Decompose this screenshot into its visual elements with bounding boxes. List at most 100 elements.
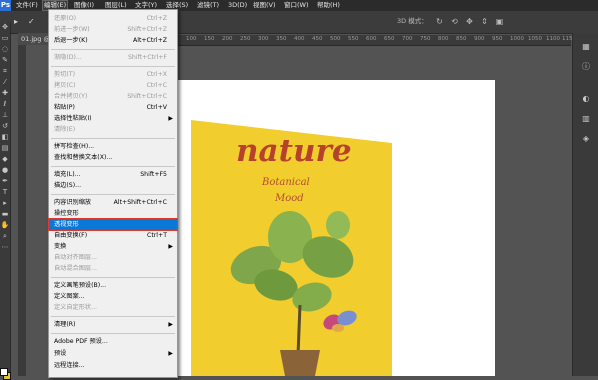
type-tool-icon[interactable]: T [0,187,10,198]
menu-item-label: 内容识别缩放 [54,199,92,206]
menu-item-label: 定义自定形状... [54,304,98,311]
menu-item-find-replace[interactable]: 查找和替换文本(X)... [49,152,177,163]
menu-item-copy[interactable]: 拷贝(C) Ctrl+C [49,80,177,91]
hand-tool-icon[interactable]: ✋ [0,220,10,231]
poster-subtitle-line1: Botanical [262,177,310,188]
menu-item-label: 变换 [54,243,67,250]
menu-item-label: 定义图案... [54,293,85,300]
menu-item-puppet-warp[interactable]: 操控变形 [49,208,177,219]
move-tool-preset-icon[interactable]: ▸ [14,15,18,28]
menu-item-perspective-warp[interactable]: 透视变形 [48,218,178,231]
eyedropper-tool-icon[interactable]: ⁄ [0,77,10,88]
menu-item-shortcut: Shift+Ctrl+F [127,54,167,61]
menu-item-shortcut: Shift+Ctrl+Z [127,26,167,33]
eraser-tool-icon[interactable]: ◧ [0,132,10,143]
menu-item-fill[interactable]: 填充(L)... Shift+F5 [49,169,177,180]
blur-tool-icon[interactable]: ◆ [0,154,10,165]
menu-item-auto-blend-layers[interactable]: 自动混合图层... [49,263,177,274]
zoom-tool-icon[interactable]: ⌕ [0,231,10,242]
gradient-tool-icon[interactable]: ▤ [0,143,10,154]
menu-item-shortcut: Ctrl+V [146,104,167,111]
menu-separator [51,49,175,50]
menu-view[interactable]: 视图(V) [252,1,277,10]
menu-item-clear[interactable]: 清除(E) [49,124,177,135]
swatches-panel-icon[interactable]: ▥ [579,113,593,125]
menu-item-copy-merged[interactable]: 合并拷贝(Y) Shift+Ctrl+C [49,91,177,102]
lasso-tool-icon[interactable]: ◌ [0,44,10,55]
menu-item-stroke[interactable]: 描边(S)... [49,180,177,191]
properties-panel-icon[interactable]: ⓘ [579,61,593,73]
menu-separator [51,316,175,317]
ruler-tick: 950 [492,36,503,42]
ruler-tick: 150 [204,36,215,42]
edit-menu-dropdown: 还原(O) Ctrl+Z 前进一步(W) Shift+Ctrl+Z 后退一步(K) A… [48,9,178,378]
pen-tool-icon[interactable]: ✒ [0,176,10,187]
shape-tool-icon[interactable]: ▬ [0,209,10,220]
menu-item-shortcut: Shift+Ctrl+C [127,93,167,100]
menu-3d[interactable]: 3D(D) [227,1,248,10]
menu-item-label: 合并拷贝(Y) [54,93,88,100]
menu-item-presets[interactable]: 预设 ▶ [49,348,177,359]
3d-slide-icon[interactable]: ⇕ [479,16,490,27]
3d-roll-icon[interactable]: ⟲ [449,16,460,27]
edit-toolbar-icon[interactable]: ⋯ [0,242,10,253]
menu-item-transform[interactable]: 变换 ▶ [49,241,177,252]
clone-stamp-tool-icon[interactable]: ⊥ [0,110,10,121]
3d-drag-icon[interactable]: ✥ [464,16,475,27]
menu-item-label: 清理(R) [54,321,76,328]
marquee-tool-icon[interactable]: ▭ [0,33,10,44]
menu-item-fade[interactable]: 渐隐(D)... Shift+Ctrl+F [49,52,177,63]
3d-scale-icon[interactable]: ▣ [494,16,505,27]
menu-window[interactable]: 窗口(W) [283,1,310,10]
menu-item-spell-check[interactable]: 拼写检查(H)... [49,141,177,152]
ruler-tick: 800 [438,36,449,42]
menu-item-cut[interactable]: 剪切(T) Ctrl+X [49,69,177,80]
submenu-arrow-icon: ▶ [168,243,173,250]
menu-item-label: 自由变换(F) [54,232,88,239]
menu-separator [51,333,175,334]
menu-item-label: 清除(E) [54,126,76,133]
menu-item-define-brush-preset[interactable]: 定义画笔预设(B)... [49,280,177,291]
history-brush-tool-icon[interactable]: ↺ [0,121,10,132]
menu-item-auto-align-layers[interactable]: 自动对齐图层... [49,252,177,263]
ruler-tick: 1000 [510,36,524,42]
menu-help[interactable]: 帮助(H) [316,1,341,10]
styles-panel-icon[interactable]: ◈ [579,133,593,145]
check-icon[interactable]: ✓ [28,15,35,28]
menu-item-label: 拷贝(C) [54,82,76,89]
vertical-ruler [18,45,26,376]
menu-filter[interactable]: 滤镜(T) [196,1,220,10]
menu-item-free-transform[interactable]: 自由变换(F) Ctrl+T [49,230,177,241]
menu-item-shortcut: Ctrl+X [146,71,167,78]
brush-tool-icon[interactable]: ℓ [0,99,10,110]
menu-item-adobe-pdf-presets[interactable]: Adobe PDF 预设... [49,336,177,347]
menu-item-purge[interactable]: 清理(R) ▶ [49,319,177,330]
dodge-tool-icon[interactable]: ● [0,165,10,176]
menu-separator [51,66,175,67]
quick-select-tool-icon[interactable]: ✎ [0,55,10,66]
menu-item-step-backward[interactable]: 后退一步(K) Alt+Ctrl+Z [49,35,177,46]
menu-item-shortcut: Shift+F5 [140,171,167,178]
menu-item-content-aware-scale[interactable]: 内容识别缩放 Alt+Shift+Ctrl+C [49,197,177,208]
menu-item-paste-special[interactable]: 选择性粘贴(I) ▶ [49,113,177,124]
3d-rotate-icon[interactable]: ↻ [434,16,445,27]
color-panel-icon[interactable]: ◐ [579,93,593,105]
menu-item-label: 查找和替换文本(X)... [54,154,113,161]
menu-item-label: 自动对齐图层... [54,254,98,261]
menu-item-undo[interactable]: 还原(O) Ctrl+Z [49,13,177,24]
move-tool-icon[interactable]: ✥ [0,22,10,33]
menu-item-paste[interactable]: 粘贴(P) Ctrl+V [49,102,177,113]
menu-item-define-pattern[interactable]: 定义图案... [49,291,177,302]
menu-item-remote-connections[interactable]: 远程连接... [49,360,177,371]
menu-item-step-forward[interactable]: 前进一步(W) Shift+Ctrl+Z [49,24,177,35]
history-panel-icon[interactable]: ▦ [579,41,593,53]
menu-file[interactable]: 文件(F) [15,1,39,10]
healing-brush-tool-icon[interactable]: ✚ [0,88,10,99]
crop-tool-icon[interactable]: ⌗ [0,66,10,77]
submenu-arrow-icon: ▶ [168,115,173,122]
menu-item-shortcut: Ctrl+T [147,232,167,239]
toolbox: ✥ ▭ ◌ ✎ ⌗ ⁄ ✚ ℓ ⊥ ↺ ◧ ▤ ◆ ● ✒ T ▸ ▬ ✋ ⌕ … [0,22,11,380]
foreground-color-swatch[interactable] [0,368,8,376]
path-select-tool-icon[interactable]: ▸ [0,198,10,209]
menu-item-define-custom-shape[interactable]: 定义自定形状... [49,302,177,313]
